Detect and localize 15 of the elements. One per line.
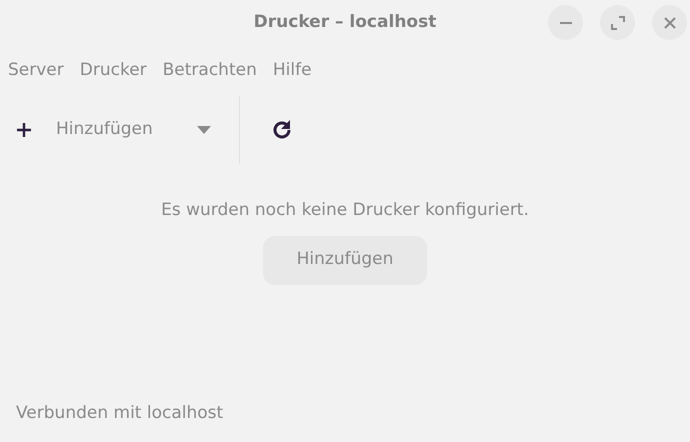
menu-item[interactable]: Betrachten [156,58,263,84]
menu-item[interactable]: Server [2,58,70,84]
empty-message: Es wurden noch keine Drucker konfiguriert. [161,199,529,222]
menu-item[interactable]: Hilfe [266,58,318,84]
plus-icon [16,122,32,138]
close-button[interactable] [652,5,687,40]
window-title: Drucker – localhost [254,11,436,34]
minimize-icon [560,22,572,24]
status-text: Verbunden mit localhost [15,402,224,424]
maximize-button[interactable] [600,5,635,40]
menu-item[interactable]: Drucker [74,58,153,84]
close-icon [664,16,676,28]
caret-icon [196,126,211,134]
maximize-icon [610,16,624,30]
add-dropdown-button[interactable]: Hinzufügen [0,100,239,160]
